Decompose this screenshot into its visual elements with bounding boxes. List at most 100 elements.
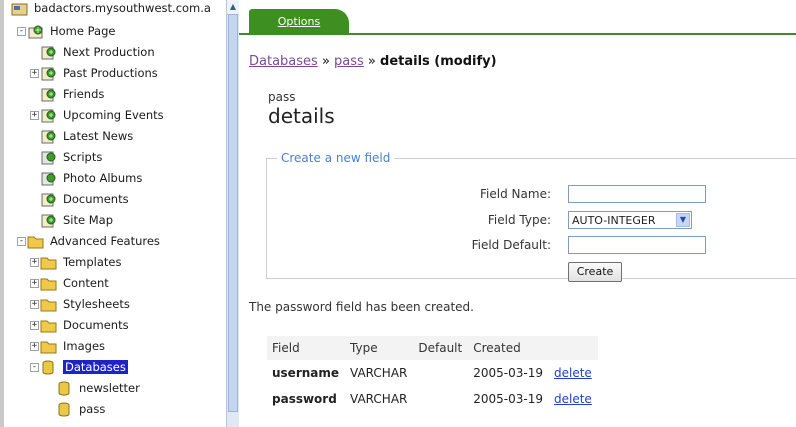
breadcrumb-separator: » xyxy=(363,54,381,69)
tree-item[interactable]: + Content xyxy=(30,273,109,293)
field-default-cell xyxy=(413,386,468,412)
field-type-select[interactable]: AUTO-INTEGER ▼ xyxy=(568,211,692,229)
field-type-value: AUTO-INTEGER xyxy=(572,213,656,227)
tree-item-label: Upcoming Events xyxy=(63,108,164,122)
column-header: Default xyxy=(413,336,469,360)
expand-icon[interactable]: + xyxy=(30,68,39,78)
tree-item-label: Latest News xyxy=(63,129,134,143)
tab-strip: Options xyxy=(239,0,796,35)
page-icon xyxy=(40,66,57,81)
field-name-cell: username xyxy=(272,366,340,380)
breadcrumb-databases-link[interactable]: Databases xyxy=(249,54,318,69)
tree-item[interactable]: Scripts xyxy=(30,147,102,167)
delete-link[interactable]: delete xyxy=(554,392,592,406)
collapse-icon[interactable]: - xyxy=(17,26,26,36)
folder-icon xyxy=(40,276,57,291)
tree-item[interactable]: newsletter xyxy=(56,378,140,398)
tree-item[interactable]: Photo Albums xyxy=(30,168,142,188)
chevron-down-icon[interactable]: ▼ xyxy=(676,213,690,227)
create-button[interactable]: Create xyxy=(568,262,622,282)
column-header-action xyxy=(548,336,598,360)
field-type-cell: VARCHAR xyxy=(350,366,408,380)
tree-item[interactable]: + Images xyxy=(30,336,105,356)
field-created-cell: 2005-03-19 xyxy=(473,392,543,406)
page-icon xyxy=(40,108,57,123)
tree-item[interactable]: - Advanced Features xyxy=(17,231,160,251)
tree-item[interactable]: + Templates xyxy=(30,252,121,272)
column-header: Created xyxy=(468,336,549,360)
tree-item-label: Site Map xyxy=(63,213,114,227)
tree-item[interactable]: pass xyxy=(56,399,105,419)
site-icon xyxy=(11,1,28,16)
tree-item-label: newsletter xyxy=(79,381,140,395)
tab-options[interactable]: Options xyxy=(249,9,349,33)
folder-icon xyxy=(40,255,57,270)
tree-item[interactable]: - Home Page xyxy=(17,21,115,41)
expand-icon[interactable]: + xyxy=(30,278,39,288)
tree-item[interactable]: Next Production xyxy=(30,42,155,62)
breadcrumb-pass-link[interactable]: pass xyxy=(334,54,364,69)
tree-item-label: Home Page xyxy=(50,24,116,38)
tree-item[interactable]: - Databases xyxy=(30,357,128,377)
tree-item[interactable]: + Upcoming Events xyxy=(30,105,164,125)
tree-item-label: pass xyxy=(79,402,106,416)
tree-item[interactable]: + Past Productions xyxy=(30,63,158,83)
page-icon xyxy=(40,45,57,60)
database-icon xyxy=(40,360,57,375)
tree-item-label: Images xyxy=(63,339,106,353)
tree-item[interactable]: Documents xyxy=(30,189,129,209)
page-icon xyxy=(40,129,57,144)
folder-icon xyxy=(40,318,57,333)
expand-icon[interactable]: + xyxy=(30,110,39,120)
database-icon xyxy=(56,381,73,396)
field-name-input[interactable] xyxy=(568,185,706,203)
expand-icon[interactable]: + xyxy=(30,299,39,309)
scroll-thumb[interactable] xyxy=(228,14,238,412)
collapse-icon[interactable]: - xyxy=(30,362,39,372)
folder-icon xyxy=(27,234,44,249)
tree-item[interactable]: Friends xyxy=(30,84,104,104)
scroll-up-icon[interactable]: ▲ xyxy=(227,0,239,15)
collapse-icon[interactable]: - xyxy=(17,236,26,246)
tree-scrollbar[interactable]: ▲ xyxy=(226,0,239,427)
table-row: password VARCHAR 2005-03-19 delete xyxy=(267,386,598,412)
tree-item[interactable]: Site Map xyxy=(30,210,113,230)
tree-item[interactable]: Latest News xyxy=(30,126,133,146)
tree-item-label: Past Productions xyxy=(63,66,158,80)
tree-item-label: Advanced Features xyxy=(50,234,160,248)
table-header-row: Field Type Default Created xyxy=(267,336,598,360)
tree-item[interactable]: + Documents xyxy=(30,315,129,335)
site-tree: badactors.mysouthwest.com.a - Home Page Nex… xyxy=(0,0,226,427)
tree-item-label: Documents xyxy=(63,318,129,332)
tree-item-label: Scripts xyxy=(63,150,103,164)
tree-item-label: Stylesheets xyxy=(63,297,130,311)
tree-item[interactable]: + Stylesheets xyxy=(30,294,130,314)
tree-item-label: Photo Albums xyxy=(63,171,143,185)
status-message: The password field has been created. xyxy=(249,300,474,314)
page-icon xyxy=(40,171,57,186)
field-name-cell: password xyxy=(272,392,337,406)
tree-item-label: badactors.mysouthwest.com.a xyxy=(34,1,211,15)
page-icon xyxy=(40,150,57,165)
page-icon xyxy=(40,87,57,102)
tree-item-label: Templates xyxy=(63,255,122,269)
tree-item[interactable]: badactors.mysouthwest.com.a xyxy=(11,0,211,18)
expand-icon[interactable]: + xyxy=(30,320,39,330)
field-type-cell: VARCHAR xyxy=(350,392,408,406)
tree-item-label: Documents xyxy=(63,192,129,206)
folder-icon xyxy=(40,297,57,312)
fields-table: Field Type Default Created username VARC… xyxy=(267,336,598,412)
expand-icon[interactable]: + xyxy=(30,341,39,351)
home-page-icon xyxy=(27,24,44,39)
delete-link[interactable]: delete xyxy=(554,366,592,380)
field-created-cell: 2005-03-19 xyxy=(473,366,543,380)
tree-item-label: Next Production xyxy=(63,45,155,59)
expand-icon[interactable]: + xyxy=(30,257,39,267)
field-default-label: Field Default: xyxy=(471,238,551,252)
create-field-legend: Create a new field xyxy=(281,151,391,165)
table-row: username VARCHAR 2005-03-19 delete xyxy=(267,360,598,386)
field-default-input[interactable] xyxy=(568,236,706,254)
page-icon xyxy=(40,213,57,228)
tree-item-label: Friends xyxy=(63,87,105,101)
field-default-cell xyxy=(413,360,468,386)
